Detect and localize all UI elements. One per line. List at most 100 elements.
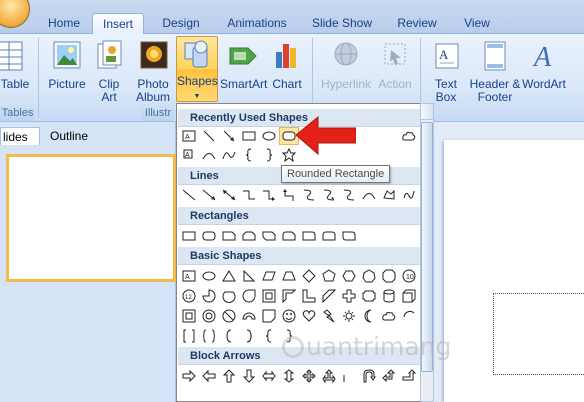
left-brace-icon[interactable] (259, 327, 279, 345)
quad-arrow-icon[interactable] (299, 367, 319, 385)
table-button[interactable]: Table (0, 38, 30, 91)
tab-slide-show[interactable]: Slide Show (304, 13, 380, 34)
elbow-double-arrow-icon[interactable] (279, 186, 299, 204)
heptagon-icon[interactable] (359, 267, 379, 285)
bent-arrow-icon[interactable] (339, 367, 359, 385)
text-box-shape-icon[interactable]: A (179, 127, 199, 145)
diamond-icon[interactable] (299, 267, 319, 285)
left-brace-icon[interactable] (239, 146, 259, 164)
slide-thumbnail[interactable] (6, 154, 176, 282)
curve-icon[interactable] (359, 186, 379, 204)
snip-round-icon[interactable] (279, 227, 299, 245)
cross-icon[interactable] (339, 287, 359, 305)
diagonal-stripe-icon[interactable] (319, 287, 339, 305)
line-icon[interactable] (199, 127, 219, 145)
rectangle-icon[interactable] (239, 127, 259, 145)
heart-icon[interactable] (299, 307, 319, 325)
folded-corner-icon[interactable] (259, 307, 279, 325)
double-brace-icon[interactable] (199, 327, 219, 345)
oval-icon[interactable] (259, 127, 279, 145)
curve-icon[interactable] (199, 146, 219, 164)
freeform-icon[interactable] (219, 146, 239, 164)
shape-icon[interactable] (379, 127, 399, 145)
bent-up-arrow-icon[interactable] (399, 367, 419, 385)
left-up-arrow-icon[interactable] (379, 367, 399, 385)
pentagon-icon[interactable] (319, 267, 339, 285)
clip-art-button[interactable]: Clip Art (92, 38, 126, 104)
dodecagon-icon[interactable]: 12 (179, 287, 199, 305)
l-shape-icon[interactable] (299, 287, 319, 305)
cube-icon[interactable] (399, 287, 419, 305)
left-right-arrow-icon[interactable] (259, 367, 279, 385)
trapezoid-icon[interactable] (279, 267, 299, 285)
left-bracket-icon[interactable] (219, 327, 239, 345)
rectangle-icon[interactable] (179, 227, 199, 245)
right-arrow-icon[interactable] (179, 367, 199, 385)
chord-icon[interactable] (219, 287, 239, 305)
arrow-line-icon[interactable] (219, 127, 239, 145)
triangle-icon[interactable] (219, 267, 239, 285)
scroll-up-button[interactable] (421, 104, 433, 120)
frame-icon[interactable] (259, 287, 279, 305)
double-arrow-line-icon[interactable] (219, 186, 239, 204)
plaque-icon[interactable] (359, 287, 379, 305)
action-button[interactable]: Action (376, 38, 414, 91)
scribble-icon[interactable] (399, 186, 419, 204)
decagon-icon[interactable]: 10 (399, 267, 419, 285)
lightning-bolt-icon[interactable] (319, 307, 339, 325)
tab-slides[interactable]: lides (0, 127, 40, 145)
rounded-rectangle-icon[interactable] (199, 227, 219, 245)
round-diagonal-icon[interactable] (339, 227, 359, 245)
tab-outline[interactable]: Outline (44, 127, 96, 145)
arc-icon[interactable] (399, 307, 419, 325)
tab-home[interactable]: Home (40, 13, 88, 34)
shapes-button[interactable]: Shapes ▼ (176, 36, 218, 102)
donut-icon[interactable] (199, 307, 219, 325)
chart-button[interactable]: Chart (268, 38, 306, 91)
octagon-icon[interactable] (379, 267, 399, 285)
tab-animations[interactable]: Animations (218, 13, 296, 34)
round-single-corner-icon[interactable] (299, 227, 319, 245)
text-box-shape-icon[interactable]: A (179, 267, 199, 285)
sun-icon[interactable] (339, 307, 359, 325)
can-icon[interactable] (379, 287, 399, 305)
curved-connector-icon[interactable] (299, 186, 319, 204)
oval-icon[interactable] (199, 267, 219, 285)
hyperlink-button[interactable]: Hyperlink (318, 38, 374, 91)
tab-design[interactable]: Design (152, 13, 210, 34)
elbow-arrow-connector-icon[interactable] (259, 186, 279, 204)
text-box-button[interactable]: A Text Box (426, 38, 466, 104)
snip-rectangle-icon[interactable] (219, 227, 239, 245)
curved-double-arrow-icon[interactable] (339, 186, 359, 204)
smiley-face-icon[interactable] (279, 307, 299, 325)
teardrop-icon[interactable] (239, 287, 259, 305)
hexagon-icon[interactable] (339, 267, 359, 285)
line-icon[interactable] (179, 186, 199, 204)
up-arrow-icon[interactable] (219, 367, 239, 385)
bevel-icon[interactable] (179, 307, 199, 325)
smartart-button[interactable]: SmartArt (220, 38, 267, 91)
office-button[interactable] (0, 0, 30, 28)
left-arrow-icon[interactable] (199, 367, 219, 385)
placeholder-box[interactable] (493, 293, 584, 375)
arrow-line-icon[interactable] (199, 186, 219, 204)
moon-icon[interactable] (359, 307, 379, 325)
tab-insert[interactable]: Insert (92, 13, 144, 35)
right-brace-icon[interactable] (259, 146, 279, 164)
right-triangle-icon[interactable] (239, 267, 259, 285)
shape-icon[interactable] (359, 127, 379, 145)
tab-review[interactable]: Review (388, 13, 446, 34)
header-footer-button[interactable]: Header & Footer (468, 38, 522, 104)
parallelogram-icon[interactable] (259, 267, 279, 285)
double-bracket-icon[interactable] (179, 327, 199, 345)
no-symbol-icon[interactable] (219, 307, 239, 325)
left-right-up-arrow-icon[interactable] (319, 367, 339, 385)
tab-view[interactable]: View (454, 13, 500, 34)
u-turn-arrow-icon[interactable] (359, 367, 379, 385)
callout-text-icon[interactable]: A (179, 146, 199, 164)
wordart-button[interactable]: A WordArt (520, 38, 568, 91)
half-frame-icon[interactable] (279, 287, 299, 305)
freeform-icon[interactable] (379, 186, 399, 204)
up-down-arrow-icon[interactable] (279, 367, 299, 385)
snip-same-side-icon[interactable] (239, 227, 259, 245)
